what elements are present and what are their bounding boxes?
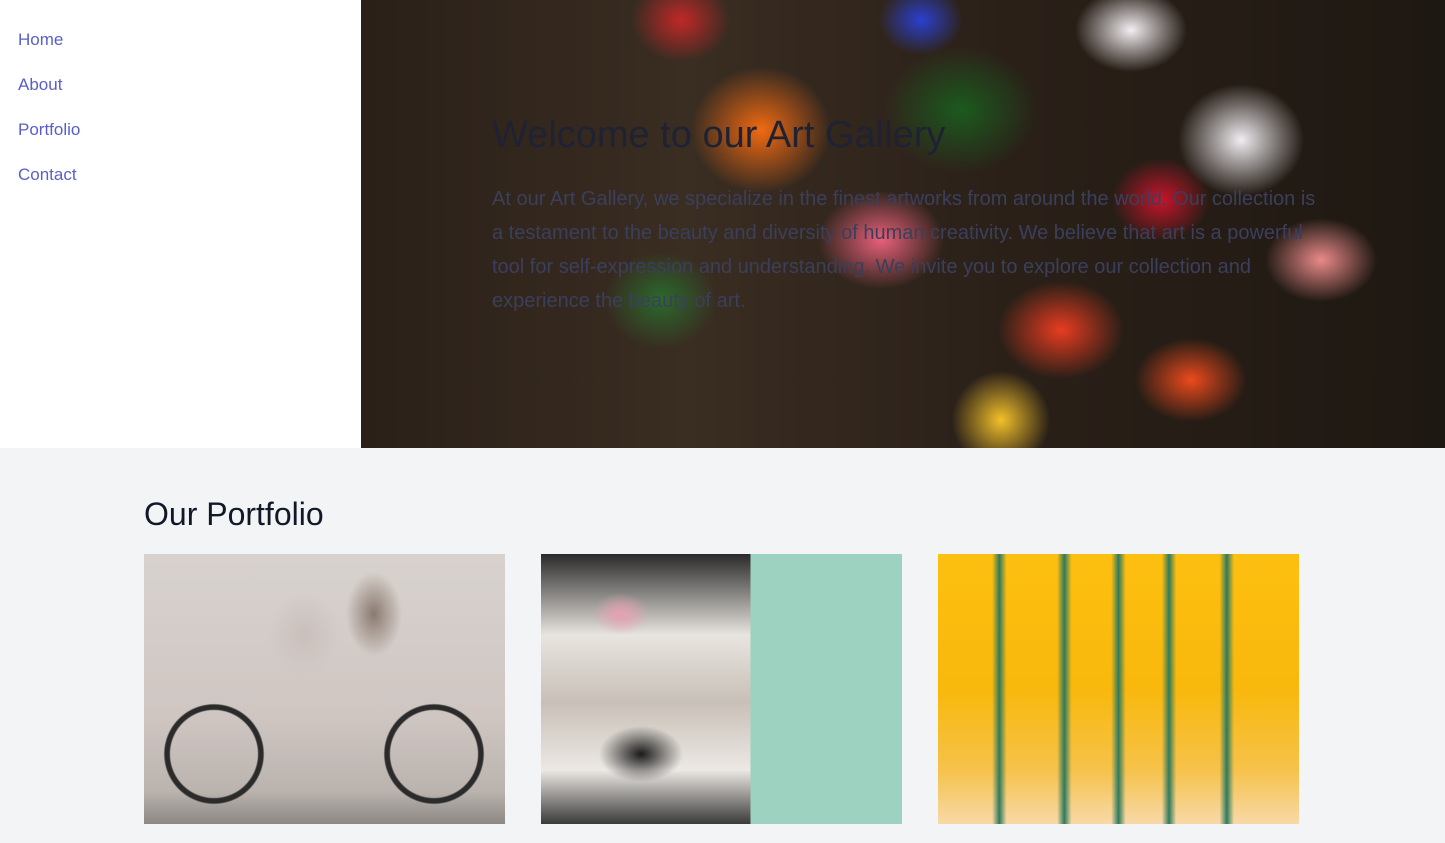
nav-link-portfolio[interactable]: Portfolio xyxy=(0,118,361,163)
nav-link-home[interactable]: Home xyxy=(0,28,361,73)
nav-link-about[interactable]: About xyxy=(0,73,361,118)
hero-banner: Welcome to our Art Gallery At our Art Ga… xyxy=(361,0,1445,448)
top-section: Home About Portfolio Contact Welcome to … xyxy=(0,0,1445,448)
nav-link-contact[interactable]: Contact xyxy=(0,163,361,208)
hero-title: Welcome to our Art Gallery xyxy=(492,114,946,156)
portfolio-heading: Our Portfolio xyxy=(144,496,324,532)
hero-content: Welcome to our Art Gallery At our Art Ga… xyxy=(492,112,1322,318)
portfolio-section: Our Portfolio xyxy=(144,492,1301,824)
sidebar-nav: Home About Portfolio Contact xyxy=(0,0,361,448)
abstract-paint-image[interactable] xyxy=(938,554,1299,824)
bicycle-mural-image[interactable] xyxy=(144,554,505,824)
portfolio-grid xyxy=(144,554,1301,824)
hero-description: At our Art Gallery, we specialize in the… xyxy=(492,188,1316,312)
poster-collage-image[interactable] xyxy=(541,554,902,824)
